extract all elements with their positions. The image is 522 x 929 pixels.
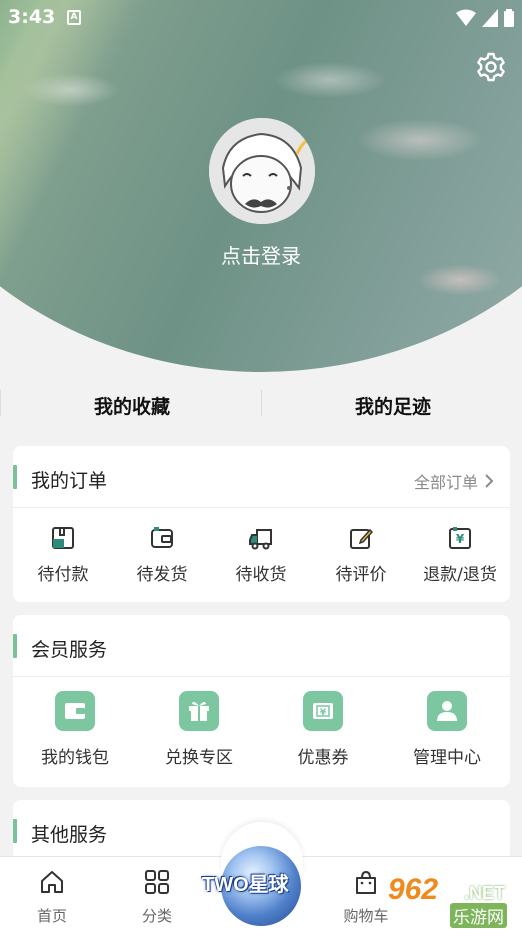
member-services-list: 我的钱包 兑换专区 ¥ 优惠券 管理中心 [13, 677, 510, 785]
nav-label: 分类 [141, 907, 172, 925]
status-icons [456, 8, 514, 28]
status-bar: 3:43 A [0, 0, 522, 36]
orders-card-header: 我的订单 全部订单 [13, 446, 510, 508]
user-icon [427, 691, 467, 731]
grid-icon [145, 870, 169, 894]
nav-home[interactable]: 首页 [0, 857, 104, 929]
divider [261, 390, 262, 416]
member-item-label: 管理中心 [413, 748, 481, 768]
nav-category[interactable]: 分类 [105, 857, 209, 929]
wifi-icon [456, 9, 476, 26]
member-item-label: 我的钱包 [41, 748, 109, 768]
pending-payment-icon [52, 527, 74, 549]
member-services-title: 会员服务 [31, 639, 108, 661]
other-services-title: 其他服务 [31, 824, 108, 846]
coupon-icon: ¥ [303, 691, 343, 731]
watermark-net: .NET [464, 883, 506, 903]
order-status-list: 待付款 待发货 待收货 待评价 ¥ 退款/退货 [13, 508, 510, 604]
battery-icon [504, 9, 514, 27]
pending-receipt-icon [249, 529, 272, 550]
avatar-illustration [209, 118, 315, 224]
gear-icon [477, 52, 505, 82]
nav-label: 首页 [36, 907, 67, 925]
gift-icon [179, 691, 219, 731]
favorites-link[interactable]: 我的收藏 [94, 392, 170, 419]
member-item-label: 优惠券 [297, 748, 349, 768]
section-accent-bar [13, 465, 17, 489]
watermark-number: 962 [388, 873, 439, 906]
order-item-label: 待发货 [136, 565, 188, 585]
signal-icon [482, 9, 498, 27]
status-time: 3:43 [8, 6, 56, 28]
pending-review-icon [350, 528, 373, 549]
planet-logo-text: TWO星球 [202, 874, 289, 896]
watermark: 962 .NET 乐游网 [388, 873, 518, 928]
wallet-icon [55, 691, 95, 731]
watermark-site: 乐游网 [450, 903, 507, 928]
member-services-card: 会员服务 我的钱包 兑换专区 ¥ 优惠券 管理中心 [13, 615, 510, 787]
bag-icon [356, 870, 376, 894]
svg-text:¥: ¥ [320, 708, 327, 718]
refund-icon: ¥ [449, 527, 471, 549]
footprints-link[interactable]: 我的足迹 [355, 392, 431, 419]
chevron-right-icon [485, 474, 494, 488]
member-item-label: 兑换专区 [165, 748, 233, 768]
all-orders-label: 全部订单 [413, 473, 478, 492]
section-accent-bar [13, 819, 17, 843]
svg-text:¥: ¥ [456, 532, 465, 546]
section-accent-bar [13, 634, 17, 658]
order-item-label: 退款/退货 [423, 565, 497, 585]
order-item-label: 待评价 [335, 565, 387, 585]
avatar[interactable] [209, 118, 315, 224]
member-services-header: 会员服务 [13, 615, 510, 677]
center-planet-button[interactable]: TWO星球 [198, 822, 318, 926]
settings-button[interactable] [475, 51, 507, 83]
login-prompt[interactable]: 点击登录 [0, 240, 522, 269]
home-icon [41, 871, 63, 893]
all-orders-link[interactable]: 全部订单 [414, 469, 494, 493]
order-item-label: 待付款 [37, 565, 89, 585]
pending-shipment-icon [151, 527, 173, 548]
orders-title: 我的订单 [31, 470, 108, 492]
orders-card: 我的订单 全部订单 待付款 待发货 待收货 待评价 ¥ 退款/退货 [13, 446, 510, 602]
order-item-label: 待收货 [235, 565, 287, 585]
quick-links-row: 我的收藏 我的足迹 [0, 380, 522, 432]
profile-header: 3:43 A 点击登录 [0, 0, 522, 380]
divider [0, 390, 1, 416]
notification-a-icon: A [67, 10, 81, 25]
